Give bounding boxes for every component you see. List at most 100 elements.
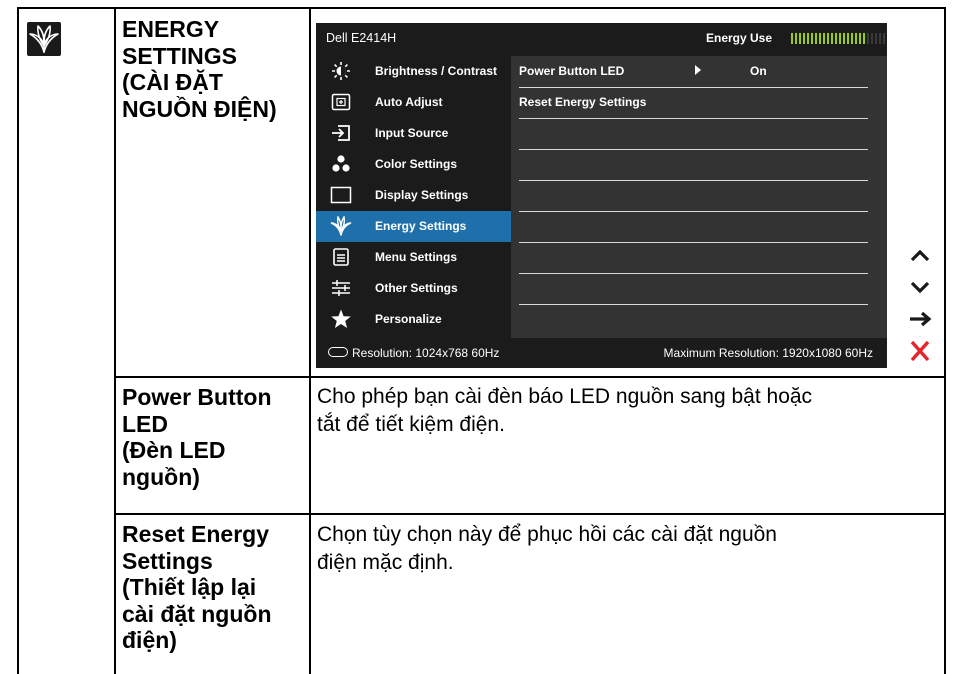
energy-use-meter xyxy=(791,33,885,44)
row-title-line: điện) xyxy=(122,627,177,653)
menu-item-label: Menu Settings xyxy=(375,250,458,264)
energy-meter-segment xyxy=(811,33,813,44)
row-title-line: Settings xyxy=(122,547,213,574)
submenu-empty-row xyxy=(519,273,868,305)
menu-item-label: Display Settings xyxy=(375,188,469,202)
row-description-line: Cho phép bạn cài đèn báo LED nguồn sang … xyxy=(317,385,813,408)
osd-menu: Dell E2414H Energy Use Brightness / Cont… xyxy=(316,23,887,368)
row-title-line: Power Button xyxy=(122,384,272,410)
submenu-arrow-icon xyxy=(695,65,701,75)
menu-item-input-source[interactable]: Input Source xyxy=(316,118,511,149)
display-settings-icon xyxy=(330,185,352,205)
energy-meter-segment xyxy=(803,33,805,44)
row-description-power-button-led: Cho phép bạn cài đèn báo LED nguồn sang … xyxy=(317,383,939,439)
submenu-empty-row xyxy=(519,118,868,150)
up-button[interactable] xyxy=(902,241,938,271)
menu-item-label: Color Settings xyxy=(375,157,458,171)
energy-meter-segment xyxy=(823,33,825,44)
energy-meter-segment xyxy=(879,33,881,44)
auto-adjust-icon xyxy=(330,92,352,112)
submenu-label: Power Button LED xyxy=(519,64,625,78)
energy-meter-segment xyxy=(875,33,877,44)
row-title-line: (Đèn LED xyxy=(122,437,226,463)
energy-use-label: Energy Use xyxy=(706,31,773,45)
menu-item-label: Input Source xyxy=(375,126,449,140)
submenu-label: Reset Energy Settings xyxy=(519,95,647,109)
submenu-empty-row xyxy=(519,180,868,212)
close-button[interactable] xyxy=(902,336,938,366)
row-divider-2 xyxy=(114,513,946,515)
energy-meter-segment xyxy=(827,33,829,44)
submenu-power-button-led[interactable]: Power Button LED On xyxy=(519,56,868,88)
select-button[interactable] xyxy=(902,304,938,334)
energy-meter-segment xyxy=(867,33,869,44)
input-source-icon xyxy=(330,123,352,143)
resolution-text: Resolution: 1024x768 60Hz xyxy=(352,346,500,360)
close-icon xyxy=(910,340,930,362)
row-title-line: nguồn) xyxy=(122,463,200,490)
menu-item-energy-settings[interactable]: Energy Settings xyxy=(316,211,511,242)
row-divider-1 xyxy=(114,376,946,378)
up-icon xyxy=(910,249,930,262)
energy-meter-segment xyxy=(847,33,849,44)
menu-item-other-settings[interactable]: Other Settings xyxy=(316,273,511,304)
max-resolution-text: Maximum Resolution: 1920x1080 60Hz xyxy=(663,346,873,360)
down-icon xyxy=(910,281,930,294)
menu-settings-icon xyxy=(330,247,352,267)
menu-item-color-settings[interactable]: Color Settings xyxy=(316,149,511,180)
submenu-reset-energy-settings[interactable]: Reset Energy Settings xyxy=(519,87,868,119)
other-settings-icon xyxy=(330,278,352,298)
section-title-line: ENERGY xyxy=(122,16,220,42)
energy-meter-segment xyxy=(855,33,857,44)
energy-settings-icon xyxy=(27,22,61,56)
osd-model-title: Dell E2414H xyxy=(326,31,397,45)
menu-item-label: Personalize xyxy=(375,312,442,326)
section-title: ENERGY SETTINGS (CÀI ĐẶT NGUỒN ĐIỆN) xyxy=(122,16,277,122)
menu-item-display-settings[interactable]: Display Settings xyxy=(316,180,511,211)
energy-meter-segment xyxy=(859,33,861,44)
down-button[interactable] xyxy=(902,272,938,302)
energy-meter-segment xyxy=(799,33,801,44)
submenu-empty-row xyxy=(519,242,868,274)
energy-meter-segment xyxy=(839,33,841,44)
menu-item-auto-adjust[interactable]: Auto Adjust xyxy=(316,87,511,118)
brightness-icon xyxy=(330,61,352,81)
row-title-power-button-led: Power Button LED (Đèn LED nguồn) xyxy=(122,384,272,490)
energy-meter-segment xyxy=(819,33,821,44)
color-settings-icon xyxy=(330,154,352,174)
column-divider-1 xyxy=(114,7,116,674)
energy-meter-segment xyxy=(791,33,793,44)
energy-meter-segment xyxy=(795,33,797,44)
energy-meter-segment xyxy=(815,33,817,44)
column-divider-2 xyxy=(309,7,311,674)
personalize-icon xyxy=(330,309,352,329)
submenu-empty-row xyxy=(519,149,868,181)
energy-meter-segment xyxy=(843,33,845,44)
row-title-line: (Thiết lập lại xyxy=(122,574,257,600)
menu-item-label: Auto Adjust xyxy=(375,95,443,109)
energy-meter-segment xyxy=(851,33,853,44)
menu-item-brightness-contrast[interactable]: Brightness / Contrast xyxy=(316,56,511,87)
energy-settings-icon xyxy=(330,216,352,236)
osd-submenu-panel: Power Button LED On Reset Energy Setting… xyxy=(511,56,887,338)
table-right-border xyxy=(944,7,946,674)
menu-item-menu-settings[interactable]: Menu Settings xyxy=(316,242,511,273)
table-top-border xyxy=(17,7,945,9)
row-description-reset-energy-settings: Chọn tùy chọn này để phục hồi các cài đặ… xyxy=(317,521,939,577)
energy-meter-segment xyxy=(835,33,837,44)
right-arrow-icon xyxy=(910,311,932,327)
section-title-line: NGUỒN ĐIỆN) xyxy=(122,95,277,122)
row-title-line: Reset Energy xyxy=(122,521,270,547)
menu-item-personalize[interactable]: Personalize xyxy=(316,304,511,335)
submenu-value: On xyxy=(750,64,767,78)
table-left-border xyxy=(17,7,19,674)
row-title-reset-energy-settings: Reset Energy Settings (Thiết lập lại cài… xyxy=(122,521,272,654)
connector-icon xyxy=(328,347,348,357)
section-title-line: SETTINGS xyxy=(122,42,238,69)
energy-meter-segment xyxy=(883,33,885,44)
menu-item-label: Brightness / Contrast xyxy=(375,64,498,78)
osd-footer: Resolution: 1024x768 60Hz Maximum Resolu… xyxy=(316,338,887,368)
menu-item-label: Other Settings xyxy=(375,281,458,295)
row-title-line: LED xyxy=(122,410,168,437)
energy-meter-segment xyxy=(831,33,833,44)
